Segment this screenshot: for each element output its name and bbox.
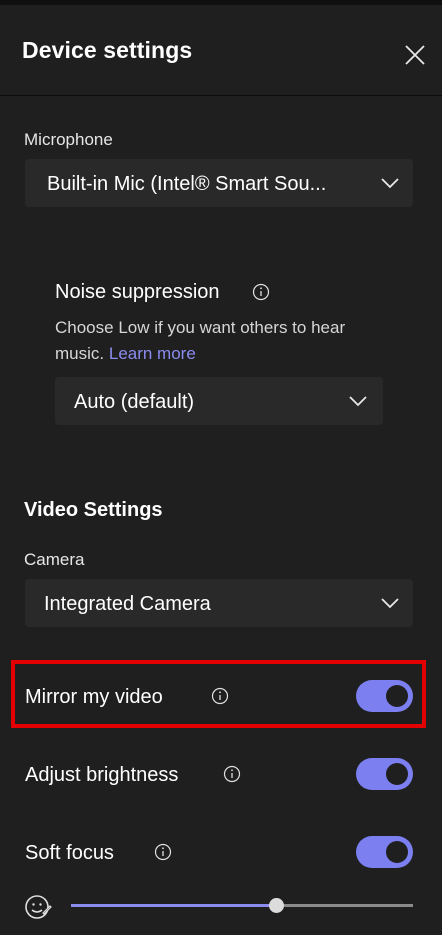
info-icon[interactable]	[223, 765, 241, 783]
chevron-down-icon	[349, 396, 367, 407]
soft-focus-slider-thumb[interactable]	[269, 898, 284, 913]
adjust-brightness-label: Adjust brightness	[25, 764, 179, 786]
noise-suppression-description: Choose Low if you want others to hear mu…	[55, 315, 385, 367]
close-icon[interactable]	[404, 44, 426, 66]
soft-focus-slider-fill	[71, 904, 277, 907]
info-icon[interactable]	[211, 687, 229, 705]
toggle-knob	[386, 841, 408, 863]
chevron-down-icon	[381, 178, 399, 189]
info-icon[interactable]	[252, 283, 270, 301]
panel-header: Device settings	[0, 5, 442, 96]
soft-focus-label: Soft focus	[25, 842, 114, 864]
camera-label: Camera	[24, 550, 85, 569]
soft-focus-toggle[interactable]	[356, 836, 413, 868]
video-settings-title: Video Settings	[24, 499, 163, 521]
face-retouch-icon	[25, 895, 52, 919]
mirror-video-label: Mirror my video	[25, 686, 163, 708]
noise-suppression-description-text: Choose Low if you want others to hear mu…	[55, 318, 346, 363]
mirror-video-toggle[interactable]	[356, 680, 413, 712]
noise-suppression-select[interactable]: Auto (default)	[55, 377, 383, 425]
toggle-knob	[386, 763, 408, 785]
toggle-knob	[386, 685, 408, 707]
microphone-label: Microphone	[24, 130, 113, 149]
chevron-down-icon	[381, 598, 399, 609]
adjust-brightness-toggle[interactable]	[356, 758, 413, 790]
microphone-select[interactable]: Built-in Mic (Intel® Smart Sou...	[25, 159, 413, 207]
camera-select[interactable]: Integrated Camera	[25, 579, 413, 627]
microphone-selected-value: Built-in Mic (Intel® Smart Sou...	[47, 173, 327, 195]
page-title: Device settings	[22, 37, 193, 63]
learn-more-link[interactable]: Learn more	[109, 344, 196, 363]
noise-suppression-title: Noise suppression	[55, 281, 220, 303]
noise-suppression-selected-value: Auto (default)	[74, 391, 195, 413]
camera-selected-value: Integrated Camera	[44, 593, 211, 615]
info-icon[interactable]	[154, 843, 172, 861]
